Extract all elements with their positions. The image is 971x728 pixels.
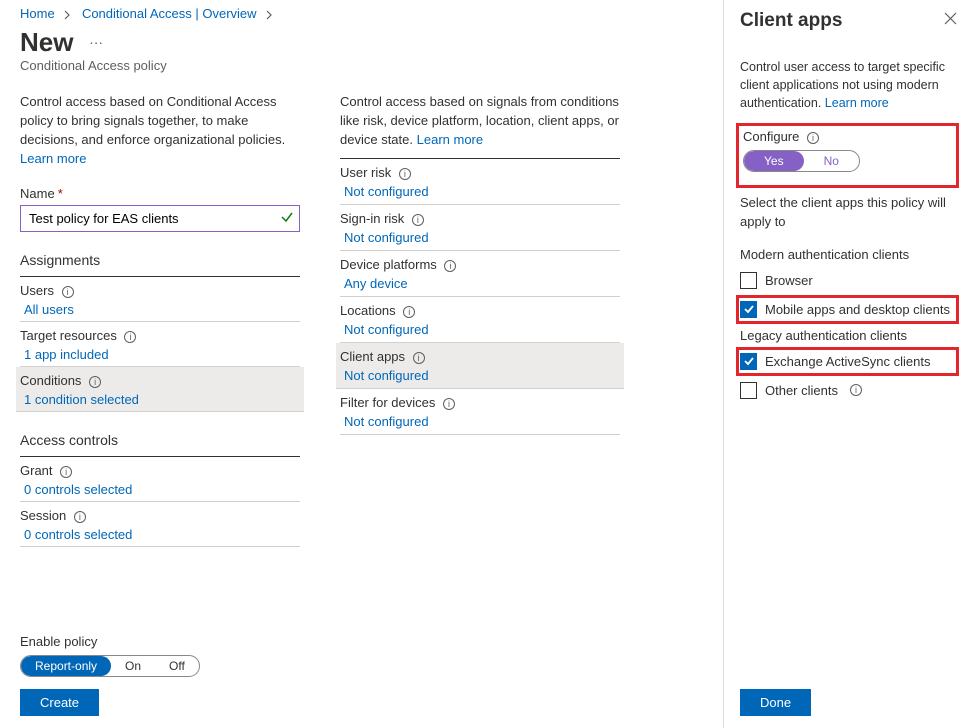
name-input[interactable] bbox=[20, 205, 300, 232]
enable-policy-toggle[interactable]: Report-only On Off bbox=[20, 655, 200, 677]
col1-intro: Control access based on Conditional Acce… bbox=[20, 93, 300, 168]
done-button[interactable]: Done bbox=[740, 689, 811, 716]
toggle-report-only[interactable]: Report-only bbox=[21, 656, 111, 676]
info-icon[interactable]: i bbox=[807, 132, 819, 144]
conditions-link[interactable]: 1 condition selected bbox=[20, 392, 300, 407]
locations-row[interactable]: Locations i Not configured bbox=[340, 297, 620, 343]
other-clients-checkbox-row[interactable]: Other clients i bbox=[740, 380, 955, 401]
toggle-off[interactable]: Off bbox=[155, 656, 199, 676]
grant-link[interactable]: 0 controls selected bbox=[20, 482, 300, 497]
panel-learn-link[interactable]: Learn more bbox=[825, 96, 889, 110]
more-menu[interactable]: ··· bbox=[89, 34, 103, 50]
users-item[interactable]: Users i All users bbox=[20, 277, 300, 322]
breadcrumb-ca[interactable]: Conditional Access | Overview bbox=[82, 6, 257, 21]
info-icon[interactable]: i bbox=[60, 466, 72, 478]
legacy-auth-header: Legacy authentication clients bbox=[740, 328, 955, 343]
session-item[interactable]: Session i 0 controls selected bbox=[20, 502, 300, 547]
close-icon[interactable] bbox=[944, 12, 957, 28]
info-icon[interactable]: i bbox=[74, 511, 86, 523]
checkbox-icon[interactable] bbox=[740, 272, 757, 289]
breadcrumb: Home Conditional Access | Overview bbox=[20, 6, 680, 21]
col2-learn-link[interactable]: Learn more bbox=[417, 132, 483, 147]
enable-policy-label: Enable policy bbox=[20, 634, 200, 649]
client-apps-row[interactable]: Client apps i Not configured bbox=[336, 343, 624, 389]
filter-devices-row[interactable]: Filter for devices i Not configured bbox=[340, 389, 620, 435]
access-controls-header: Access controls bbox=[20, 432, 300, 457]
info-icon[interactable]: i bbox=[62, 286, 74, 298]
target-resources-item[interactable]: Target resources i 1 app included bbox=[20, 322, 300, 367]
toggle-no[interactable]: No bbox=[804, 151, 859, 171]
other-label: Other clients bbox=[765, 383, 838, 398]
checkbox-icon[interactable] bbox=[740, 353, 757, 370]
name-label: Name bbox=[20, 186, 55, 201]
select-apps-msg: Select the client apps this policy will … bbox=[740, 194, 955, 230]
browser-label: Browser bbox=[765, 273, 813, 288]
target-link[interactable]: 1 app included bbox=[20, 347, 300, 362]
mobile-label: Mobile apps and desktop clients bbox=[765, 302, 950, 317]
info-icon[interactable]: i bbox=[850, 384, 862, 396]
user-risk-row[interactable]: User risk i Not configured bbox=[340, 159, 620, 205]
mobile-apps-checkbox-row[interactable]: Mobile apps and desktop clients bbox=[740, 299, 955, 320]
checkbox-icon[interactable] bbox=[740, 382, 757, 399]
session-link[interactable]: 0 controls selected bbox=[20, 527, 300, 542]
eas-label: Exchange ActiveSync clients bbox=[765, 354, 930, 369]
check-icon bbox=[280, 210, 294, 227]
browser-checkbox-row[interactable]: Browser bbox=[740, 270, 955, 291]
info-icon[interactable]: i bbox=[124, 331, 136, 343]
assignments-header: Assignments bbox=[20, 252, 300, 277]
configure-label: Configure bbox=[743, 129, 799, 144]
conditions-item[interactable]: Conditions i 1 condition selected bbox=[16, 367, 304, 412]
info-icon[interactable]: i bbox=[403, 306, 415, 318]
create-button[interactable]: Create bbox=[20, 689, 99, 716]
info-icon[interactable]: i bbox=[444, 260, 456, 272]
configure-toggle[interactable]: Yes No bbox=[743, 150, 860, 172]
device-platforms-row[interactable]: Device platforms i Any device bbox=[340, 251, 620, 297]
page-subtitle: Conditional Access policy bbox=[20, 58, 680, 73]
info-icon[interactable]: i bbox=[413, 352, 425, 364]
panel-desc: Control user access to target specific c… bbox=[740, 58, 955, 112]
col1-learn-link[interactable]: Learn more bbox=[20, 151, 86, 166]
toggle-on[interactable]: On bbox=[111, 656, 155, 676]
breadcrumb-home[interactable]: Home bbox=[20, 6, 55, 21]
toggle-yes[interactable]: Yes bbox=[744, 151, 804, 171]
info-icon[interactable]: i bbox=[412, 214, 424, 226]
modern-auth-header: Modern authentication clients bbox=[740, 247, 955, 262]
info-icon[interactable]: i bbox=[399, 168, 411, 180]
grant-item[interactable]: Grant i 0 controls selected bbox=[20, 457, 300, 502]
page-title: New bbox=[20, 27, 73, 58]
users-link[interactable]: All users bbox=[20, 302, 300, 317]
checkbox-icon[interactable] bbox=[740, 301, 757, 318]
client-apps-panel: Client apps Control user access to targe… bbox=[723, 0, 971, 728]
info-icon[interactable]: i bbox=[89, 376, 101, 388]
col2-intro: Control access based on signals from con… bbox=[340, 93, 620, 150]
info-icon[interactable]: i bbox=[443, 398, 455, 410]
eas-checkbox-row[interactable]: Exchange ActiveSync clients bbox=[740, 351, 955, 372]
signin-risk-row[interactable]: Sign-in risk i Not configured bbox=[340, 205, 620, 251]
panel-title: Client apps bbox=[740, 10, 955, 32]
